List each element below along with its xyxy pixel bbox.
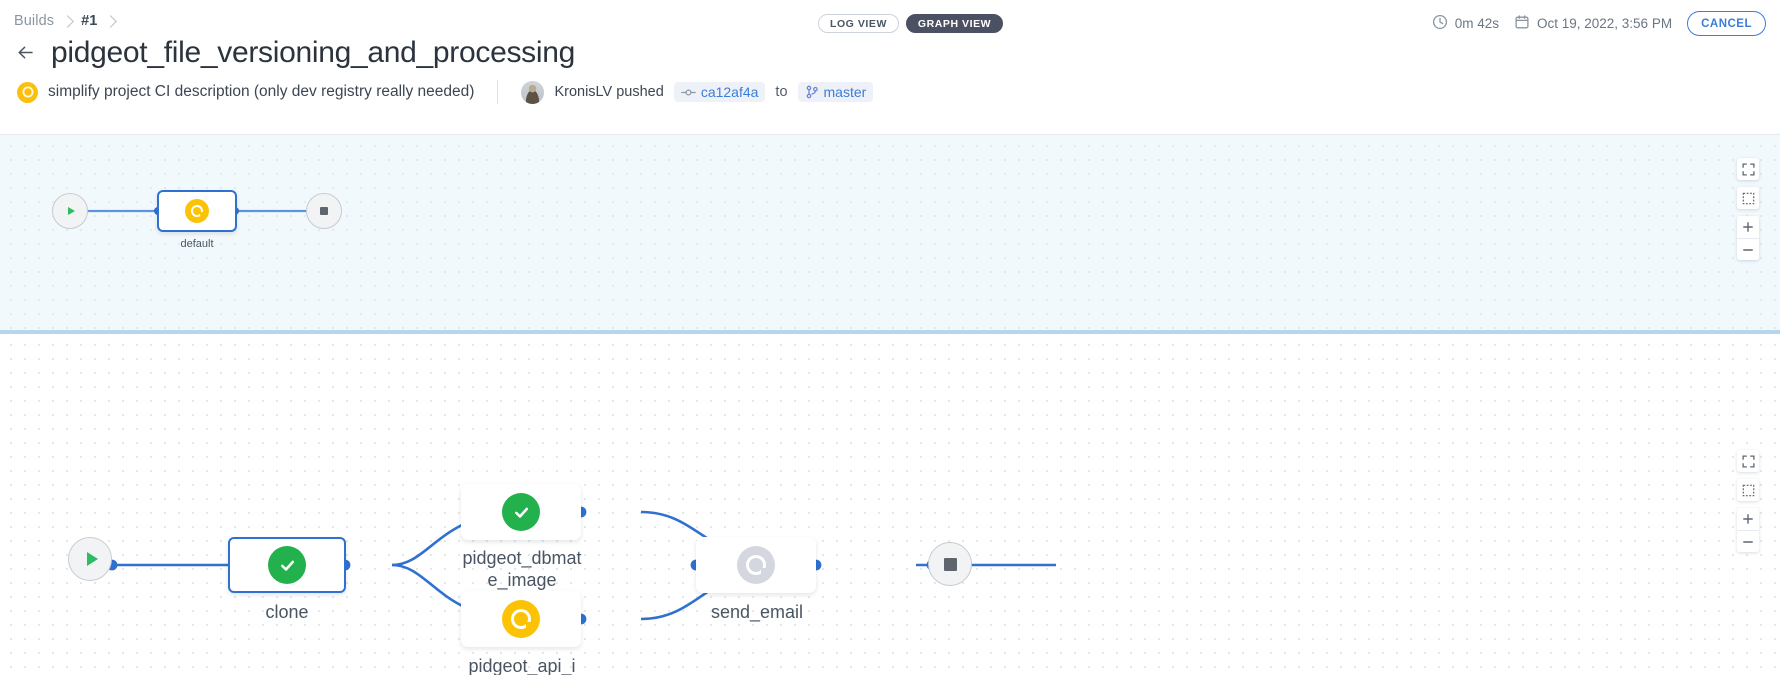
calendar-icon (1514, 14, 1530, 33)
divider (497, 80, 499, 104)
pipeline-graph-controls (1737, 158, 1759, 260)
pipeline-graph-edges (70, 207, 328, 215)
stage-node-pidgeot-api-image[interactable] (461, 591, 581, 647)
build-date: Oct 19, 2022, 3:56 PM (1514, 14, 1672, 33)
fit-screen-icon[interactable] (1737, 450, 1759, 472)
commit-author: KronisLV pushed (554, 84, 664, 100)
minus-icon[interactable] (1737, 530, 1759, 552)
tab-log-view[interactable]: LOG VIEW (818, 14, 899, 33)
commit-message: simplify project CI description (only de… (48, 83, 475, 100)
running-spinner-icon (502, 600, 540, 638)
commit-icon (681, 86, 696, 99)
chevron-right-icon (61, 14, 74, 28)
pipeline-end-node[interactable] (306, 193, 342, 229)
branch-chip[interactable]: master (797, 82, 874, 102)
stage-node-clone[interactable] (228, 537, 346, 593)
stage-graph-controls (1737, 450, 1759, 552)
header-meta: 0m 42s Oct 19, 2022, 3:56 PM CANCEL (1432, 11, 1766, 36)
pending-spinner-icon (737, 546, 775, 584)
plus-icon[interactable] (1737, 216, 1759, 238)
page-title: pidgeot_file_versioning_and_processing (51, 36, 575, 69)
pipeline-graph-canvas[interactable]: default (0, 135, 1780, 330)
view-toggle: LOG VIEW GRAPH VIEW (818, 14, 1004, 33)
build-date-text: Oct 19, 2022, 3:56 PM (1536, 16, 1673, 31)
pipeline-zoom-group (1737, 216, 1759, 260)
minus-icon[interactable] (1737, 238, 1759, 260)
pipeline-node-default[interactable] (157, 190, 237, 232)
success-check-icon (502, 493, 540, 531)
graph-panels: default clone pidgeot_dbmate_image pidge… (0, 135, 1780, 675)
branch-name-text: master (823, 84, 867, 100)
build-duration: 0m 42s (1432, 14, 1499, 33)
stage-node-send-email[interactable] (696, 537, 816, 593)
stage-graph-canvas[interactable]: clone pidgeot_dbmate_image pidgeot_api_i… (0, 334, 1780, 675)
marquee-select-icon[interactable] (1737, 479, 1759, 501)
avatar (521, 80, 545, 104)
running-spinner-icon (17, 81, 38, 103)
success-check-icon (268, 546, 306, 584)
commit-summary: simplify project CI description (only de… (17, 80, 874, 104)
breadcrumb-item-builds[interactable]: Builds (14, 13, 54, 29)
breadcrumb: Builds #1 (14, 13, 118, 29)
plus-icon[interactable] (1737, 508, 1759, 530)
breadcrumb-item-build-number[interactable]: #1 (81, 13, 97, 29)
stage-end-node[interactable] (928, 542, 972, 586)
play-icon (86, 552, 98, 566)
clock-icon (1432, 14, 1448, 33)
branch-icon (805, 85, 819, 99)
stop-icon (320, 207, 328, 215)
stage-start-node[interactable] (68, 537, 112, 581)
stage-node-pidgeot-dbmate-image[interactable] (461, 484, 581, 540)
tab-graph-view[interactable]: GRAPH VIEW (905, 14, 1004, 33)
title-row: pidgeot_file_versioning_and_processing (14, 36, 575, 69)
cancel-button[interactable]: CANCEL (1687, 11, 1766, 36)
marquee-select-icon[interactable] (1737, 187, 1759, 209)
chevron-right-icon (104, 14, 118, 28)
stage-zoom-group (1737, 508, 1759, 552)
stage-graph-edges (106, 506, 1056, 625)
pipeline-start-node[interactable] (52, 193, 88, 229)
preposition-to: to (775, 84, 788, 100)
running-spinner-icon (185, 199, 209, 223)
commit-sha-chip[interactable]: ca12af4a (673, 82, 766, 102)
arrow-left-icon[interactable] (14, 42, 36, 64)
page-header: Builds #1 LOG VIEW GRAPH VIEW 0m 42s Oct (0, 0, 1780, 135)
commit-sha-text: ca12af4a (700, 84, 759, 100)
build-duration-text: 0m 42s (1454, 16, 1499, 31)
fit-screen-icon[interactable] (1737, 158, 1759, 180)
stop-icon (943, 557, 957, 571)
play-icon (68, 207, 75, 215)
